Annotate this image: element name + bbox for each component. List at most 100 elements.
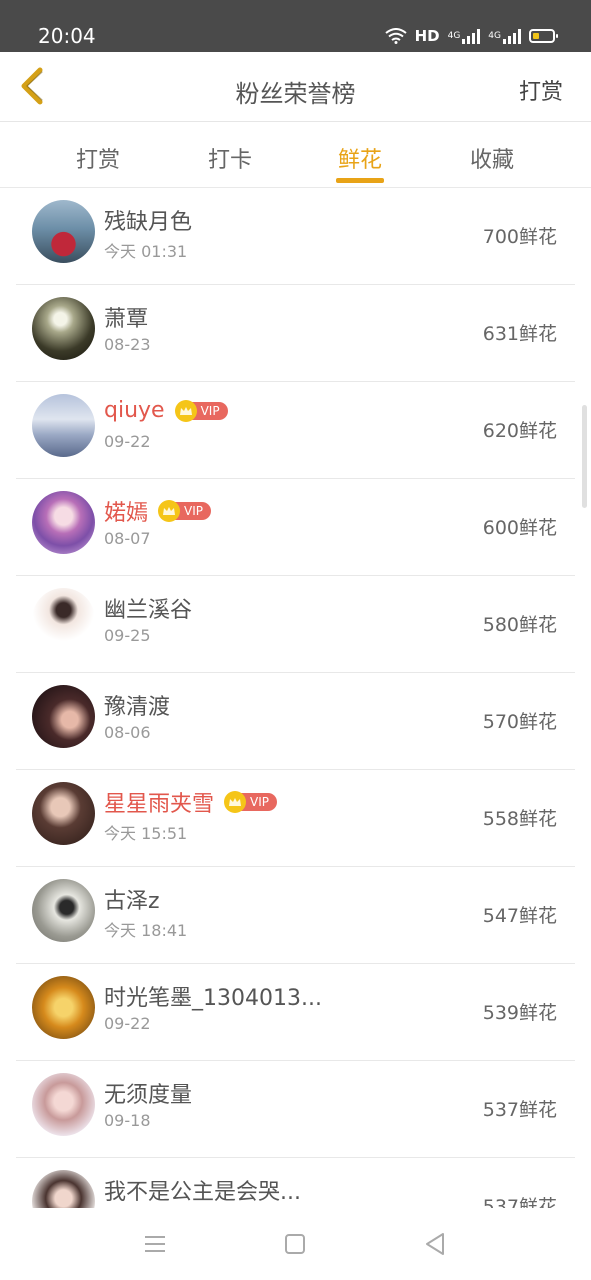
system-nav-bar — [0, 1208, 591, 1280]
tab-flowers[interactable]: 鲜花 — [320, 142, 400, 183]
user-name: 豫清渡 — [104, 689, 170, 721]
user-name: 古泽z — [104, 883, 160, 915]
user-name: 幽兰溪谷 — [104, 592, 192, 624]
page-title: 粉丝荣誉榜 — [235, 80, 356, 108]
tab-favorites[interactable]: 收藏 — [452, 142, 532, 174]
flower-count: 539鲜花 — [482, 1002, 557, 1024]
menu-icon[interactable] — [141, 1230, 169, 1258]
list-item[interactable]: 残缺月色 今天 01:31 700鲜花 — [16, 188, 575, 285]
fan-ranking-list: 残缺月色 今天 01:31 700鲜花 萧覃 08-23 631鲜花 qiuye… — [16, 188, 575, 1208]
crown-icon — [174, 399, 197, 422]
status-icons: HD 4G 4G — [384, 24, 558, 48]
avatar[interactable] — [32, 879, 95, 942]
user-name-text: 萧覃 — [104, 307, 149, 332]
tab-label: 收藏 — [469, 148, 514, 173]
user-name: 星星雨夹雪 VIP — [104, 786, 277, 818]
list-item[interactable]: 无须度量 09-18 537鲜花 — [16, 1061, 575, 1158]
signal-icon-2 — [503, 28, 521, 44]
list-item[interactable]: 星星雨夹雪 VIP 今天 15:51 558鲜花 — [16, 770, 575, 867]
tab-reward[interactable]: 打赏 — [58, 142, 138, 174]
avatar[interactable] — [32, 491, 95, 554]
crown-icon — [158, 500, 181, 522]
flower-count: 620鲜花 — [482, 420, 557, 442]
top-bar: 粉丝荣誉榜 打赏 — [0, 52, 591, 122]
home-square-icon[interactable] — [281, 1230, 309, 1258]
timestamp: 09-22 — [104, 432, 151, 451]
user-name: 残缺月色 — [104, 204, 192, 236]
flower-count: 547鲜花 — [482, 905, 557, 927]
list-item[interactable]: 萧覃 08-23 631鲜花 — [16, 285, 575, 382]
wifi-icon — [384, 28, 407, 44]
flower-count: 537鲜花 — [482, 1099, 557, 1121]
timestamp: 今天 01:31 — [104, 242, 188, 261]
avatar[interactable] — [32, 200, 95, 263]
list-item[interactable]: 婼嫣 VIP 08-07 600鲜花 — [16, 479, 575, 576]
scrollbar[interactable] — [582, 405, 587, 508]
flower-count: 558鲜花 — [482, 808, 557, 830]
user-name-text: qiuye — [104, 398, 165, 423]
avatar[interactable] — [32, 685, 95, 748]
user-name: 时光笔墨_1304013... — [104, 980, 322, 1012]
timestamp: 今天 15:51 — [104, 824, 188, 843]
avatar[interactable] — [32, 1170, 95, 1208]
flower-count: 600鲜花 — [482, 517, 557, 539]
user-name: 我不是公主是会哭... — [104, 1174, 301, 1206]
timestamp: 09-25 — [104, 626, 151, 645]
avatar[interactable] — [32, 588, 95, 651]
user-name-text: 婼嫣 — [104, 501, 149, 526]
signal-4g-label-1: 4G — [447, 31, 461, 41]
user-name-text: 时光笔墨_1304013... — [104, 986, 322, 1011]
flower-count: 631鲜花 — [482, 323, 557, 345]
avatar[interactable] — [32, 782, 95, 845]
user-name-text: 古泽z — [104, 889, 160, 914]
tab-label: 鲜花 — [337, 148, 382, 173]
status-bar: 20:04 HD 4G 4G — [0, 0, 591, 52]
reward-button[interactable]: 打赏 — [519, 74, 563, 106]
timestamp: 09-22 — [104, 1014, 151, 1033]
user-name: 萧覃 — [104, 301, 148, 333]
vip-badge: VIP — [158, 500, 211, 522]
flower-count: 700鲜花 — [482, 226, 557, 248]
avatar[interactable] — [32, 1073, 95, 1136]
avatar[interactable] — [32, 976, 95, 1039]
vip-badge: VIP — [174, 399, 228, 422]
status-time: 20:04 — [38, 24, 96, 48]
list-item[interactable]: 古泽z 今天 18:41 547鲜花 — [16, 867, 575, 964]
tab-label: 打卡 — [207, 148, 252, 173]
flower-count: 580鲜花 — [482, 614, 557, 636]
user-name: 无须度量 — [104, 1077, 192, 1109]
tab-checkin[interactable]: 打卡 — [190, 142, 270, 174]
flower-count: 570鲜花 — [482, 711, 557, 733]
list-item[interactable]: 我不是公主是会哭... 537鲜花 — [16, 1158, 575, 1208]
list-item[interactable]: 豫清渡 08-06 570鲜花 — [16, 673, 575, 770]
hd-label: HD — [414, 27, 440, 45]
timestamp: 08-07 — [104, 529, 151, 548]
user-name: qiuye VIP — [104, 398, 228, 423]
crown-icon — [224, 791, 247, 813]
flower-count: 537鲜花 — [482, 1196, 557, 1208]
list-item[interactable]: 幽兰溪谷 09-25 580鲜花 — [16, 576, 575, 673]
battery-icon — [529, 29, 558, 43]
user-name-text: 豫清渡 — [104, 695, 171, 720]
list-item[interactable]: qiuye VIP 09-22 620鲜花 — [16, 382, 575, 479]
tab-bar: 打赏 打卡 鲜花 收藏 — [0, 122, 591, 188]
list-item[interactable]: 时光笔墨_1304013... 09-22 539鲜花 — [16, 964, 575, 1061]
avatar[interactable] — [32, 394, 95, 457]
timestamp: 09-18 — [104, 1111, 151, 1130]
signal-icon-1 — [462, 28, 481, 44]
user-name: 婼嫣 VIP — [104, 495, 211, 527]
timestamp: 08-23 — [104, 335, 151, 354]
user-name-text: 幽兰溪谷 — [104, 598, 193, 623]
user-name-text: 我不是公主是会哭... — [104, 1180, 301, 1205]
active-tab-indicator — [336, 178, 384, 183]
signal-4g-label-2: 4G — [488, 31, 501, 41]
timestamp: 今天 18:41 — [104, 921, 188, 940]
user-name-text: 星星雨夹雪 — [104, 792, 215, 817]
user-name-text: 无须度量 — [104, 1083, 193, 1108]
avatar[interactable] — [32, 297, 95, 360]
user-name-text: 残缺月色 — [104, 210, 193, 235]
timestamp: 08-06 — [104, 723, 151, 742]
tab-label: 打赏 — [75, 148, 120, 173]
back-triangle-icon[interactable] — [421, 1230, 449, 1258]
vip-badge: VIP — [224, 791, 277, 813]
